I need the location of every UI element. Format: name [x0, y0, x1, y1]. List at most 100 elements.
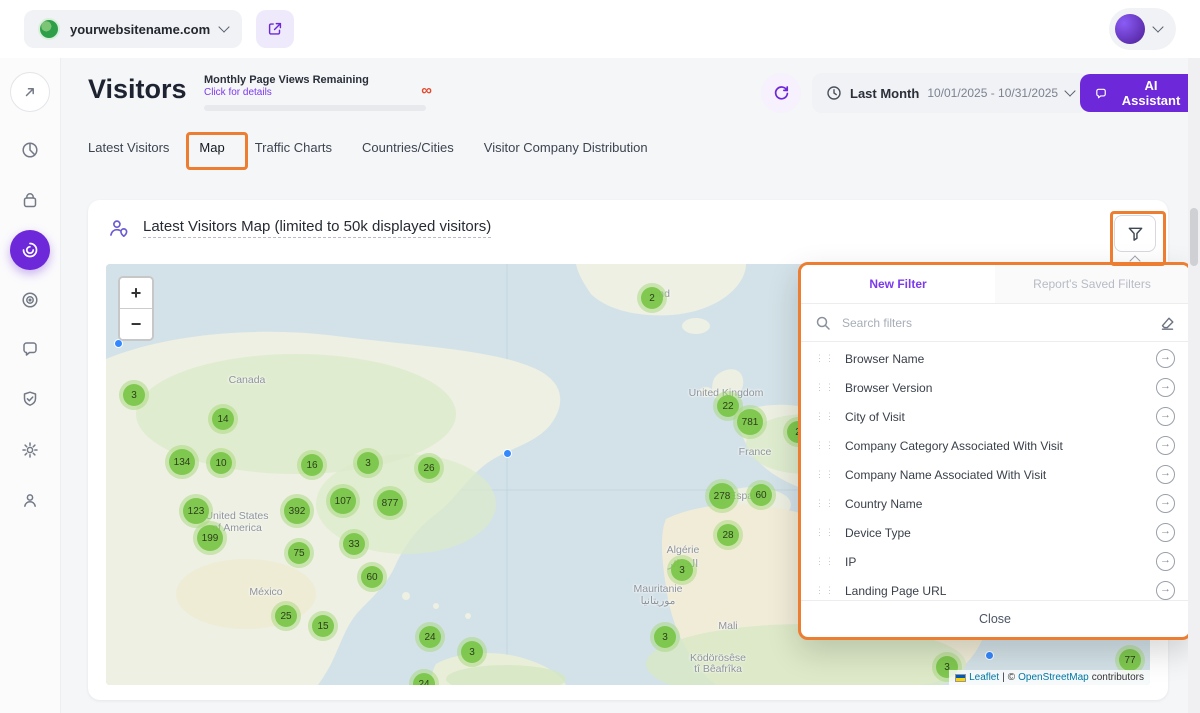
cluster-marker[interactable]: 781	[733, 405, 767, 439]
cluster-marker[interactable]: 25	[271, 601, 301, 631]
cluster-marker[interactable]: 199	[193, 521, 227, 555]
cluster-marker[interactable]: 10	[206, 448, 236, 478]
arrow-right-circle-icon[interactable]: →	[1156, 349, 1175, 368]
filter-item-label: Browser Name	[845, 352, 1146, 366]
open-website-button[interactable]	[256, 10, 294, 48]
tab-countries-cities[interactable]: Countries/Cities	[362, 140, 454, 155]
filter-close-button[interactable]: Close	[801, 600, 1189, 637]
visitor-dot-marker[interactable]	[503, 449, 512, 458]
refresh-button[interactable]	[761, 73, 801, 113]
arrow-right-circle-icon[interactable]: →	[1156, 465, 1175, 484]
cluster-marker[interactable]: 75	[284, 538, 314, 568]
tab-latest-visitors[interactable]: Latest Visitors	[88, 140, 169, 155]
leaflet-link[interactable]: Leaflet	[969, 672, 999, 683]
filter-item-browser-version[interactable]: ⋮⋮Browser Version→	[801, 373, 1189, 402]
quota-details-link[interactable]: Click for details	[204, 87, 426, 98]
quota-progress-bar	[204, 105, 426, 111]
bag-icon	[20, 191, 40, 211]
eraser-icon[interactable]	[1159, 315, 1175, 331]
cluster-marker[interactable]: 3	[457, 637, 487, 667]
arrow-right-circle-icon[interactable]: →	[1156, 581, 1175, 600]
cluster-marker[interactable]: 15	[308, 611, 338, 641]
drag-handle-icon[interactable]: ⋮⋮	[815, 585, 835, 596]
website-selector[interactable]: yourwebsitename.com	[24, 10, 242, 48]
zoom-in-button[interactable]: +	[120, 278, 152, 309]
sidebar-item-privacy[interactable]	[10, 379, 50, 419]
arrow-right-circle-icon[interactable]: →	[1156, 523, 1175, 542]
cluster-marker[interactable]: 26	[414, 453, 444, 483]
cluster-marker[interactable]: 60	[357, 562, 387, 592]
map-place-label: Canada	[229, 374, 266, 386]
filter-item-browser-name[interactable]: ⋮⋮ Browser Name →	[801, 344, 1189, 373]
filter-search-input[interactable]	[840, 315, 1150, 331]
cluster-marker[interactable]: 3	[650, 622, 680, 652]
drag-handle-icon[interactable]: ⋮⋮	[815, 382, 835, 393]
ai-assistant-button[interactable]: AI Assistant	[1080, 74, 1200, 112]
drag-handle-icon[interactable]: ⋮⋮	[815, 527, 835, 538]
cluster-marker[interactable]: 14	[208, 404, 238, 434]
tab-traffic-charts[interactable]: Traffic Charts	[255, 140, 332, 155]
cluster-marker[interactable]: 24	[415, 622, 445, 652]
sidebar-item-visitors[interactable]	[10, 230, 50, 270]
drag-handle-icon[interactable]: ⋮⋮	[815, 353, 835, 364]
cluster-marker[interactable]: 3	[119, 380, 149, 410]
chevron-down-icon	[1064, 85, 1075, 96]
filter-tab-saved[interactable]: Report's Saved Filters	[995, 265, 1189, 303]
cluster-marker[interactable]: 33	[339, 529, 369, 559]
openstreetmap-link[interactable]: OpenStreetMap	[1018, 672, 1089, 683]
arrow-right-circle-icon[interactable]: →	[1156, 378, 1175, 397]
filter-item-landing-page-url[interactable]: ⋮⋮Landing Page URL→	[801, 576, 1189, 600]
filter-item-country-name[interactable]: ⋮⋮Country Name→	[801, 489, 1189, 518]
page-views-quota[interactable]: Monthly Page Views Remaining Click for d…	[204, 74, 426, 111]
ai-assistant-label: AI Assistant	[1116, 78, 1186, 108]
zoom-out-button[interactable]: −	[120, 309, 152, 339]
drag-handle-icon[interactable]: ⋮⋮	[815, 556, 835, 567]
filter-item-device-type[interactable]: ⋮⋮Device Type→	[801, 518, 1189, 547]
cluster-marker[interactable]: 3	[353, 448, 383, 478]
sidebar	[0, 58, 61, 713]
cluster-marker[interactable]: 28	[713, 520, 743, 550]
sidebar-item-communication[interactable]	[10, 329, 50, 369]
date-range-selector[interactable]: Last Month 10/01/2025 - 10/31/2025	[812, 73, 1088, 113]
tab-map[interactable]: Map	[199, 140, 224, 155]
filter-button[interactable]	[1114, 215, 1156, 252]
tab-visitor-company-distribution[interactable]: Visitor Company Distribution	[484, 140, 648, 155]
sidebar-item-ecommerce[interactable]	[10, 181, 50, 221]
sidebar-item-overview[interactable]	[10, 130, 50, 170]
sidebar-item-behavior[interactable]	[10, 280, 50, 320]
date-range-text: 10/01/2025 - 10/31/2025	[927, 86, 1058, 100]
arrow-right-circle-icon[interactable]: →	[1156, 436, 1175, 455]
drag-handle-icon[interactable]: ⋮⋮	[815, 469, 835, 480]
sidebar-item-account[interactable]	[10, 480, 50, 520]
visitor-dot-marker[interactable]	[985, 651, 994, 660]
drag-handle-icon[interactable]: ⋮⋮	[815, 498, 835, 509]
filter-tab-new[interactable]: New Filter	[801, 265, 995, 303]
profile-menu[interactable]	[1109, 8, 1176, 50]
sidebar-item-arrow[interactable]	[10, 72, 50, 112]
scrollbar-thumb[interactable]	[1190, 208, 1198, 266]
page-scrollbar[interactable]	[1188, 58, 1200, 713]
sidebar-item-settings[interactable]	[10, 430, 50, 470]
spiral-visitors-icon	[20, 240, 40, 260]
drag-handle-icon[interactable]: ⋮⋮	[815, 411, 835, 422]
infinity-icon: ∞	[421, 82, 432, 99]
cluster-marker[interactable]: 2	[637, 283, 667, 313]
cluster-marker[interactable]: 134	[165, 445, 199, 479]
arrow-right-circle-icon[interactable]: →	[1156, 407, 1175, 426]
cluster-marker[interactable]: 392	[280, 494, 314, 528]
filter-item-company-name-associated-with-visit[interactable]: ⋮⋮Company Name Associated With Visit→	[801, 460, 1189, 489]
filter-item-city-of-visit[interactable]: ⋮⋮City of Visit→	[801, 402, 1189, 431]
drag-handle-icon[interactable]: ⋮⋮	[815, 440, 835, 451]
arrow-right-circle-icon[interactable]: →	[1156, 552, 1175, 571]
map-place-label: México	[249, 586, 282, 598]
cluster-marker[interactable]: 60	[746, 480, 776, 510]
cluster-marker[interactable]: 3	[667, 555, 697, 585]
filter-item-company-category-associated-with-visit[interactable]: ⋮⋮Company Category Associated With Visit…	[801, 431, 1189, 460]
avatar	[1115, 14, 1145, 44]
cluster-marker[interactable]: 278	[705, 479, 739, 513]
arrow-right-circle-icon[interactable]: →	[1156, 494, 1175, 513]
cluster-marker[interactable]: 107	[326, 484, 360, 518]
cluster-marker[interactable]: 16	[297, 450, 327, 480]
cluster-marker[interactable]: 877	[373, 486, 407, 520]
filter-item-ip[interactable]: ⋮⋮IP→	[801, 547, 1189, 576]
